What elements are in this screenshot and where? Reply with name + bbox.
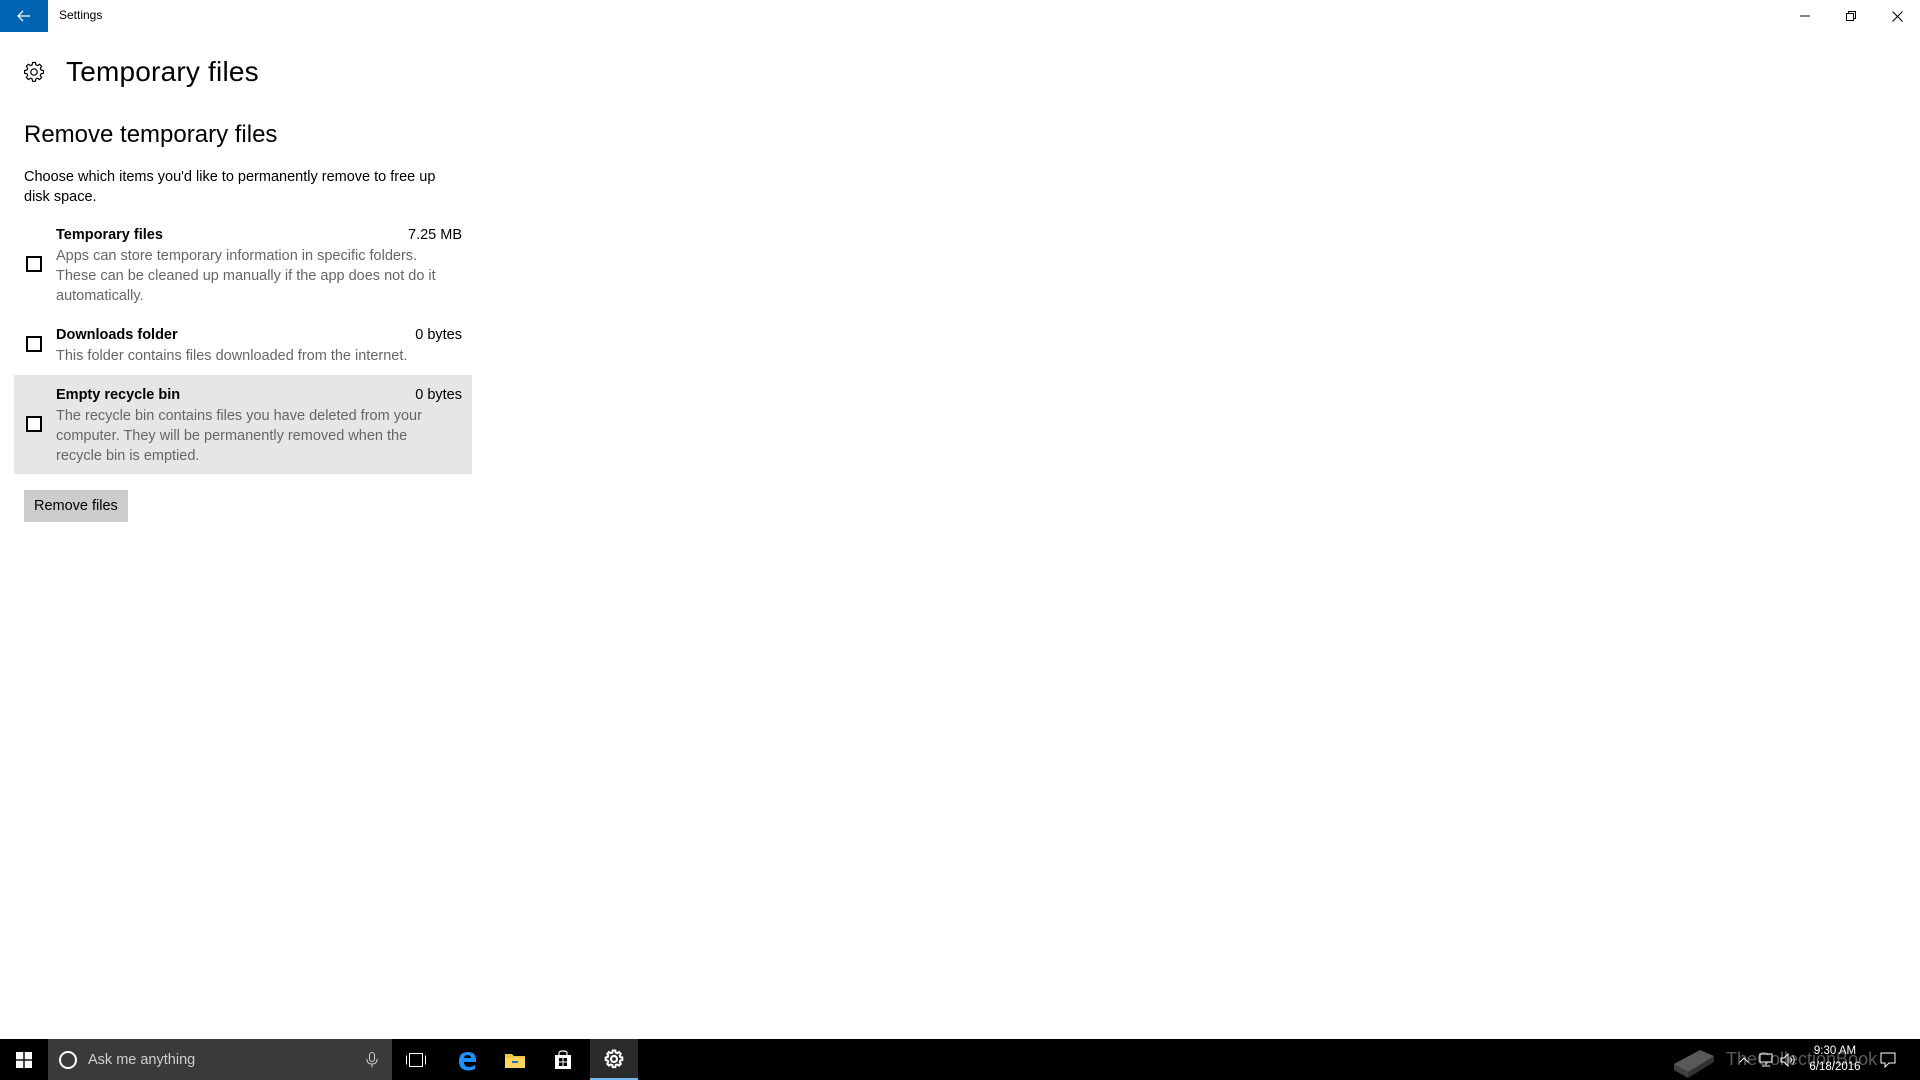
task-view-icon	[406, 1052, 426, 1067]
show-hidden-icons-button[interactable]	[1734, 1039, 1754, 1080]
clock-time: 9:30 AM	[1813, 1045, 1857, 1057]
edge-icon	[459, 1051, 476, 1070]
item-name: Downloads folder	[56, 327, 178, 343]
chevron-up-icon	[1739, 1056, 1749, 1063]
back-button[interactable]	[0, 0, 48, 32]
intro-text: Choose which items you'd like to permane…	[24, 169, 436, 205]
file-explorer-icon	[505, 1053, 525, 1068]
store-button[interactable]	[539, 1039, 587, 1080]
back-arrow-icon	[17, 10, 30, 22]
taskbar: Ask me anything 9:30 AM 6/18/2016	[0, 1039, 1920, 1080]
cortana-circle-icon	[59, 1050, 77, 1069]
window-title: Settings	[59, 8, 103, 22]
network-icon	[1759, 1053, 1773, 1066]
cleanup-item-empty-recycle-bin[interactable]: Empty recycle bin 0 bytes The recycle bi…	[14, 375, 472, 474]
cortana-search-box[interactable]: Ask me anything	[48, 1039, 392, 1080]
section-title: Remove temporary files	[24, 121, 278, 148]
action-center-icon	[1880, 1052, 1896, 1068]
settings-gear-icon	[604, 1049, 624, 1068]
cleanup-item-downloads-folder[interactable]: Downloads folder 0 bytes This folder con…	[14, 324, 472, 368]
minimize-button[interactable]	[1782, 0, 1828, 32]
action-center-button[interactable]	[1876, 1039, 1900, 1080]
item-size: 7.25 MB	[408, 227, 462, 243]
settings-window: Settings Temporary files Remove temporar…	[0, 0, 1920, 1039]
item-size: 0 bytes	[415, 387, 462, 403]
store-icon	[555, 1049, 571, 1069]
task-view-button[interactable]	[392, 1039, 440, 1080]
title-bar: Settings	[0, 0, 1920, 32]
remove-files-button[interactable]: Remove files	[24, 490, 128, 522]
edge-button[interactable]	[443, 1039, 491, 1080]
network-button[interactable]	[1756, 1039, 1776, 1080]
clock-date: 6/18/2016	[1809, 1061, 1861, 1073]
minimize-icon	[1800, 15, 1810, 17]
item-description: The recycle bin contains files you have …	[56, 408, 422, 464]
volume-button[interactable]	[1778, 1039, 1798, 1080]
file-explorer-button[interactable]	[491, 1039, 539, 1080]
item-size: 0 bytes	[415, 327, 462, 343]
volume-icon	[1780, 1052, 1795, 1067]
windows-start-icon	[16, 1051, 32, 1068]
settings-taskbar-button[interactable]	[590, 1039, 638, 1080]
item-description: Apps can store temporary information in …	[56, 248, 436, 304]
gear-icon	[23, 61, 45, 83]
restore-button[interactable]	[1828, 0, 1874, 32]
cleanup-item-temporary-files[interactable]: Temporary files 7.25 MB Apps can store t…	[14, 224, 472, 308]
page-header: Temporary files	[23, 54, 259, 90]
page-title: Temporary files	[66, 56, 259, 87]
item-name: Temporary files	[56, 227, 163, 243]
close-icon	[1891, 10, 1903, 22]
microphone-icon[interactable]	[366, 1051, 378, 1068]
search-placeholder: Ask me anything	[88, 1051, 196, 1068]
item-name: Empty recycle bin	[56, 387, 181, 403]
empty-recycle-bin-checkbox[interactable]	[26, 416, 42, 432]
start-button[interactable]	[0, 1039, 48, 1080]
downloads-folder-checkbox[interactable]	[26, 336, 42, 352]
item-description: This folder contains files downloaded fr…	[56, 348, 408, 364]
temporary-files-checkbox[interactable]	[26, 256, 42, 272]
system-clock[interactable]: 9:30 AM 6/18/2016	[1798, 1043, 1872, 1075]
restore-icon	[1846, 11, 1856, 21]
close-button[interactable]	[1874, 0, 1920, 32]
